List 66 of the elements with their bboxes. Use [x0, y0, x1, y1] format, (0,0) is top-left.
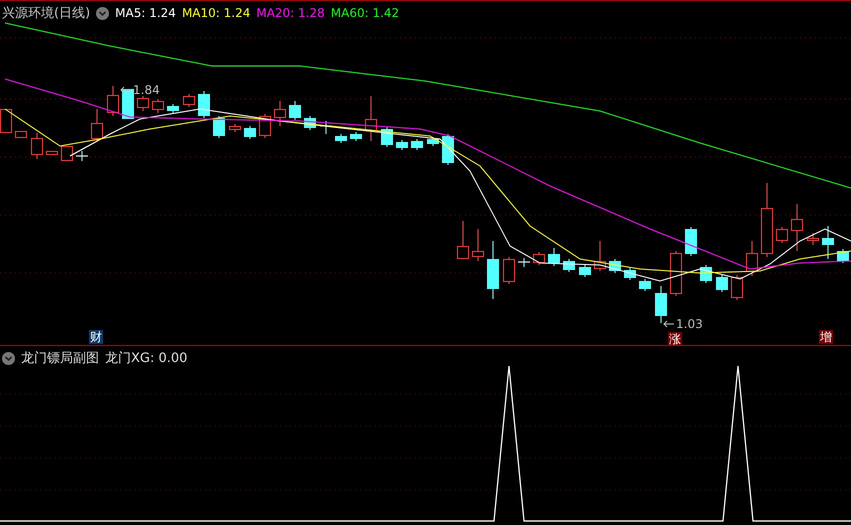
- candlestick: [822, 226, 834, 260]
- event-marker[interactable]: 增: [819, 330, 833, 344]
- candlestick: [518, 258, 530, 268]
- candlestick: [15, 130, 27, 138]
- candlestick: [533, 252, 545, 266]
- candlestick: [76, 150, 88, 162]
- candlestick: [411, 138, 423, 150]
- arrow-left-icon: [120, 86, 132, 94]
- candlestick: [31, 132, 43, 160]
- candlestick: [91, 108, 103, 142]
- candlestick: [457, 220, 469, 260]
- event-marker[interactable]: 涨: [668, 332, 682, 346]
- candlestick: [396, 140, 408, 150]
- indicator-value: 龙门XG: 0.00: [105, 350, 188, 367]
- candlestick: [229, 124, 241, 132]
- candlestick: [776, 226, 788, 244]
- candlestick: [487, 240, 499, 300]
- candlestick: [107, 86, 119, 116]
- candlestick: [791, 204, 803, 252]
- candlestick: [563, 258, 575, 272]
- candlestick: [274, 100, 286, 126]
- candlestick: [427, 136, 439, 146]
- chevron-down-icon[interactable]: [2, 352, 15, 364]
- candlestick: [335, 134, 347, 144]
- candlestick: [46, 150, 58, 156]
- candlestick: [639, 278, 651, 292]
- candlestick: [365, 96, 377, 142]
- chart-title: 龙门镖局副图: [21, 350, 99, 367]
- candlestick: [609, 258, 621, 274]
- candlestick: [579, 264, 591, 278]
- candlestick: [183, 94, 195, 108]
- candlestick: [289, 100, 301, 120]
- chevron-down-icon[interactable]: [96, 6, 110, 20]
- candlestick: [122, 88, 134, 120]
- indicator-value: MA20: 1.28: [256, 6, 325, 20]
- indicator-value: MA60: 1.42: [330, 6, 400, 20]
- candlestick: [472, 228, 484, 262]
- candlestick: [213, 116, 225, 138]
- candlestick: [548, 248, 560, 266]
- candlestick: [167, 104, 179, 114]
- candlestick: [746, 240, 758, 276]
- indicator-value: MA5: 1.24: [115, 6, 176, 20]
- candlestick: [837, 248, 849, 264]
- price-label: 1.84: [133, 83, 160, 97]
- indicator-value: MA10: 1.24: [182, 6, 250, 20]
- candlestick: [807, 232, 819, 246]
- candlestick: [655, 286, 667, 324]
- candlestick: [685, 226, 697, 256]
- candlestick: [442, 134, 454, 166]
- arrow-left-icon: [663, 320, 675, 328]
- candlestick: [350, 132, 362, 142]
- candlestick: [716, 274, 728, 292]
- candlestick: [304, 116, 316, 130]
- candlestick: [61, 146, 73, 162]
- chart-title: 兴源环境(日线): [2, 5, 90, 22]
- candlestick: [503, 256, 515, 284]
- price-label: 1.03: [676, 317, 703, 331]
- candlestick: [594, 240, 606, 272]
- candlestick: [670, 250, 682, 296]
- candlestick: [137, 96, 149, 112]
- candlestick: [244, 126, 256, 140]
- event-marker[interactable]: 财: [89, 330, 103, 344]
- candlestick: [152, 98, 164, 114]
- candlestick: [198, 90, 210, 118]
- candlestick: [731, 274, 743, 300]
- candlestick: [624, 268, 636, 280]
